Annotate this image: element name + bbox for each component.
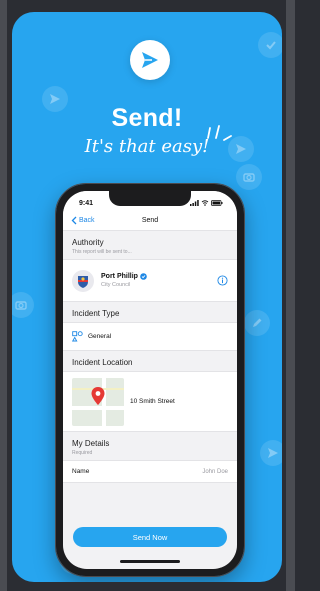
home-indicator (120, 560, 180, 563)
my-details-subtitle: Required (72, 450, 93, 456)
authority-title: Authority (72, 238, 104, 247)
phone-mockup: 9:41 Back Send Authority This report wil… (56, 184, 244, 576)
wifi-icon (201, 200, 209, 206)
name-value[interactable]: John Doe (202, 469, 228, 475)
promo-tagline: It's that easy! (84, 136, 210, 157)
my-details-section-header: My Details Required (63, 432, 237, 461)
edit-icon (244, 310, 270, 336)
battery-icon (211, 200, 223, 206)
incident-location-section-header: Incident Location (63, 351, 237, 372)
send-icon (142, 52, 158, 68)
location-map[interactable] (72, 377, 124, 426)
nav-bar: Back Send (63, 211, 237, 231)
promo-headline: Send! (111, 104, 183, 132)
council-crest-icon (72, 269, 94, 292)
incident-type-title: Incident Type (72, 309, 120, 318)
phone-notch (109, 191, 191, 206)
name-label: Name (72, 468, 90, 475)
incident-type-value: General (88, 333, 112, 340)
right-frame-border (286, 0, 295, 591)
sparkle-marks (207, 125, 232, 141)
authority-subtitle: This report will be sent to... (72, 249, 132, 255)
signal-icon (190, 200, 199, 206)
verified-icon (140, 273, 147, 280)
send-icon (260, 440, 282, 466)
incident-type-section-header: Incident Type (63, 302, 237, 323)
left-frame-border (0, 0, 7, 591)
authority-row[interactable]: Port Phillip City Council (63, 260, 237, 302)
incident-type-row[interactable]: General (63, 323, 237, 351)
incident-location-row[interactable]: 10 Smith Street (63, 372, 237, 432)
camera-icon (12, 292, 34, 318)
incident-address: 10 Smith Street (130, 398, 175, 405)
authority-type: City Council (101, 282, 131, 288)
back-label: Back (79, 217, 95, 224)
send-now-button[interactable]: Send Now (73, 527, 227, 547)
authority-name: Port Phillip (101, 273, 138, 280)
map-pin-icon (91, 386, 105, 405)
name-field-row[interactable]: Name John Doe (63, 461, 237, 483)
back-button[interactable]: Back (71, 216, 95, 225)
app-logo (130, 40, 170, 80)
category-icon (72, 331, 83, 342)
chevron-left-icon (71, 216, 77, 225)
phone-screen: 9:41 Back Send Authority This report wil… (63, 191, 237, 569)
camera-icon (236, 164, 262, 190)
check-icon (258, 32, 282, 58)
authority-section-header: Authority This report will be sent to... (63, 231, 237, 260)
status-time: 9:41 (79, 199, 94, 207)
promo-card: Send! It's that easy! 9:41 Back Send Aut… (12, 12, 282, 582)
info-icon[interactable] (217, 275, 228, 286)
incident-location-title: Incident Location (72, 358, 133, 367)
my-details-title: My Details (72, 439, 110, 448)
